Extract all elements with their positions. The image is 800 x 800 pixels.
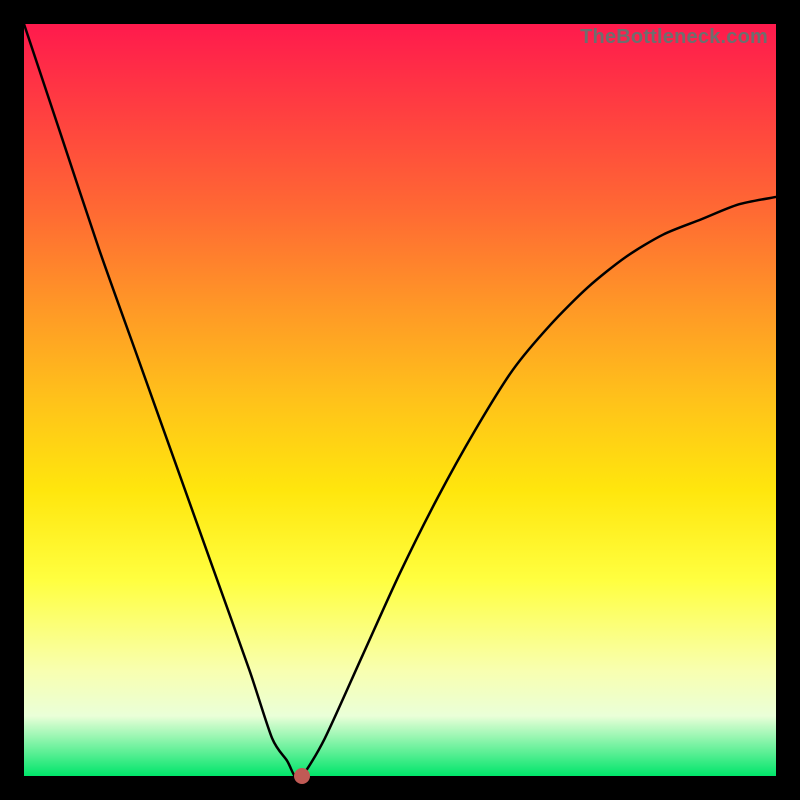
plot-area: TheBottleneck.com <box>24 24 776 776</box>
chart-frame: TheBottleneck.com <box>0 0 800 800</box>
curve-layer <box>24 24 776 776</box>
minimum-marker <box>294 768 310 784</box>
bottleneck-curve <box>24 24 776 779</box>
